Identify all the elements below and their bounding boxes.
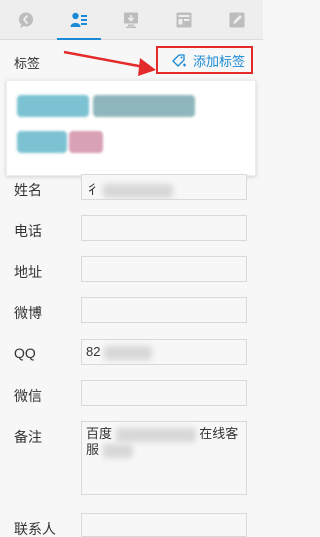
phone-label: 电话 xyxy=(14,223,42,239)
tags-panel xyxy=(6,80,256,176)
weibo-field[interactable] xyxy=(81,297,247,323)
address-label: 地址 xyxy=(14,264,42,280)
qq-value: 82 xyxy=(86,344,101,359)
monitor-download-icon xyxy=(124,12,139,28)
tag-chip[interactable] xyxy=(17,131,67,153)
qq-label: QQ xyxy=(14,345,36,361)
tab-contact[interactable] xyxy=(53,0,106,40)
name-label: 姓名 xyxy=(14,182,42,198)
add-tag-label: 添加标签 xyxy=(192,53,245,69)
note-value-line2: 服 xyxy=(86,442,100,457)
chat-bubble-icon xyxy=(19,12,34,28)
note-value-end: 在线客 xyxy=(199,426,239,441)
note-field[interactable]: 百度 在线客 服 xyxy=(81,421,247,495)
contact-field[interactable] xyxy=(81,513,247,537)
tag-icon xyxy=(172,54,186,67)
phone-field[interactable] xyxy=(81,215,247,241)
wechat-label: 微信 xyxy=(14,388,42,404)
tag-chip[interactable] xyxy=(93,95,195,117)
name-value: 彳 xyxy=(86,182,100,197)
tab-monitor[interactable] xyxy=(105,0,158,39)
add-tag-button[interactable]: 添加标签 xyxy=(156,46,253,74)
qq-field[interactable]: 82 xyxy=(81,339,247,365)
tag-chip[interactable] xyxy=(17,95,89,117)
tag-label: 标签 xyxy=(14,56,41,71)
name-field[interactable]: 彳 xyxy=(81,174,247,200)
weibo-label: 微博 xyxy=(14,305,42,321)
tab-edit[interactable] xyxy=(210,0,263,39)
contact-label: 联系人 xyxy=(14,521,56,537)
tab-chat[interactable] xyxy=(0,0,53,39)
wechat-field[interactable] xyxy=(81,380,247,406)
tab-bar xyxy=(0,0,263,40)
annotation-arrow xyxy=(63,50,156,76)
contact-card-icon xyxy=(70,12,87,27)
tag-chip[interactable] xyxy=(69,131,103,153)
note-label: 备注 xyxy=(14,429,42,445)
address-field[interactable] xyxy=(81,256,247,282)
note-value-start: 百度 xyxy=(86,426,113,441)
edit-icon xyxy=(229,12,245,27)
redacted-text xyxy=(102,183,173,198)
tab-form[interactable] xyxy=(158,0,211,39)
redacted-text xyxy=(115,427,196,442)
contact-panel: 标签 添加标签 姓名 彳 电话 地址 微博 QQ 82 微信 备注 百度 在线客… xyxy=(0,0,263,537)
redacted-text xyxy=(104,345,153,360)
redacted-text xyxy=(102,443,133,458)
form-icon xyxy=(176,12,192,27)
